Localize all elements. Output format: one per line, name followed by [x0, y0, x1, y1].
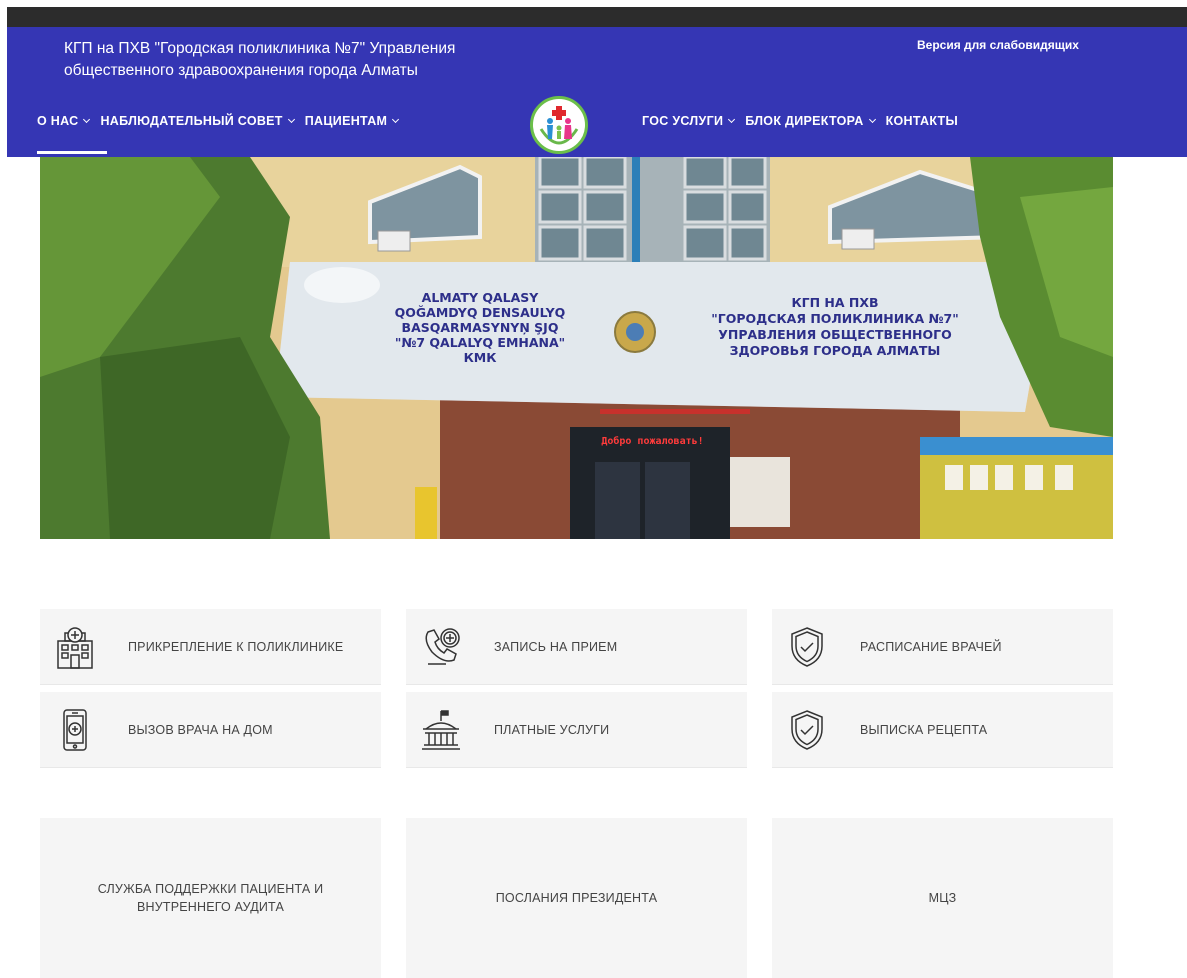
main-nav-right: ГОС УСЛУГИ БЛОК ДИРЕКТОРА КОНТАКТЫ	[642, 114, 969, 128]
panel-mcz[interactable]: МЦЗ	[772, 818, 1113, 978]
service-label: ВЫЗОВ ВРАЧА НА ДОМ	[128, 722, 273, 737]
active-nav-indicator	[37, 151, 107, 154]
service-tile-paid-services[interactable]: ПЛАТНЫЕ УСЛУГИ	[406, 692, 747, 768]
nav-label: КОНТАКТЫ	[885, 114, 959, 128]
panel-patient-support[interactable]: СЛУЖБА ПОДДЕРЖКИ ПАЦИЕНТА И ВНУТРЕННЕГО …	[40, 818, 381, 978]
panel-label: МЦЗ	[928, 891, 957, 905]
led-welcome-display: Добро пожаловать!	[601, 436, 704, 447]
service-label: ВЫПИСКА РЕЦЕПТА	[860, 722, 988, 737]
chevron-down-icon	[728, 115, 736, 123]
service-tile-prescription[interactable]: ВЫПИСКА РЕЦЕПТА	[772, 692, 1113, 768]
nav-item-about[interactable]: О НАС	[37, 114, 91, 128]
nav-item-supervisory-board[interactable]: НАБЛЮДАТЕЛЬНЫЙ СОВЕТ	[100, 114, 295, 128]
panel-label: СЛУЖБА ПОДДЕРЖКИ ПАЦИЕНТА И ВНУТРЕННЕГО …	[97, 882, 324, 914]
building-columns-icon	[422, 709, 460, 750]
nav-item-director-block[interactable]: БЛОК ДИРЕКТОРА	[745, 114, 876, 128]
hospital-icon	[57, 626, 93, 669]
sign-line: "№7 QALALYQ EMHANA" КМК	[394, 335, 566, 365]
shield-check-icon	[791, 709, 823, 750]
service-label: РАСПИСАНИЕ ВРАЧЕЙ	[860, 639, 1002, 654]
chevron-down-icon	[392, 115, 400, 123]
shield-check-icon	[791, 626, 823, 667]
chevron-down-icon	[83, 115, 91, 123]
nav-label: О НАС	[37, 114, 79, 128]
sign-text-russian: КГП НА ПХВ "ГОРОДСКАЯ ПОЛИКЛИНИКА №7" УП…	[690, 295, 980, 359]
sign-line: BASQARMASYNYŅ ŞJQ	[401, 320, 559, 335]
nav-label: БЛОК ДИРЕКТОРА	[745, 114, 864, 128]
service-label: ЗАПИСЬ НА ПРИЕМ	[494, 639, 618, 654]
nav-label: ГОС УСЛУГИ	[642, 114, 724, 128]
service-tile-home-visit[interactable]: ВЫЗОВ ВРАЧА НА ДОМ	[40, 692, 381, 768]
logo-emblem-icon	[535, 101, 583, 149]
sign-text-kazakh: ALMATY QALASY QOĞAMDYQ DENSAULYQ BASQARM…	[385, 290, 575, 365]
chevron-down-icon	[287, 115, 295, 123]
site-header: КГП на ПХВ "Городская поликлиника №7" Уп…	[7, 27, 1187, 157]
service-label: ПЛАТНЫЕ УСЛУГИ	[494, 722, 610, 737]
accessibility-version-link[interactable]: Версия для слабовидящих	[917, 38, 1079, 52]
nav-item-gov-services[interactable]: ГОС УСЛУГИ	[642, 114, 736, 128]
mobile-plus-icon	[63, 708, 87, 751]
sign-line: QOĞAMDYQ DENSAULYQ	[394, 305, 566, 320]
sign-line: "ГОРОДСКАЯ ПОЛИКЛИНИКА №7"	[711, 311, 959, 326]
chevron-down-icon	[868, 115, 876, 123]
sign-line: ALMATY QALASY	[421, 290, 539, 305]
sign-line: УПРАВЛЕНИЯ ОБЩЕСТВЕННОГО	[718, 327, 952, 342]
main-nav-left: О НАС НАБЛЮДАТЕЛЬНЫЙ СОВЕТ ПАЦИЕНТАМ	[37, 114, 409, 128]
service-tile-doctor-schedule[interactable]: РАСПИСАНИЕ ВРАЧЕЙ	[772, 609, 1113, 685]
browser-top-strip	[7, 7, 1187, 27]
organization-name: КГП на ПХВ "Городская поликлиника №7" Уп…	[64, 40, 456, 79]
nav-item-patients[interactable]: ПАЦИЕНТАМ	[304, 114, 400, 128]
sign-line: КГП НА ПХВ	[791, 295, 879, 310]
nav-label: ПАЦИЕНТАМ	[304, 114, 388, 128]
panel-president-messages[interactable]: ПОСЛАНИЯ ПРЕЗИДЕНТА	[406, 818, 747, 978]
phone-plus-icon	[425, 627, 460, 665]
service-label: ПРИКРЕПЛЕНИЕ К ПОЛИКЛИНИКЕ	[128, 639, 344, 654]
nav-item-contacts[interactable]: КОНТАКТЫ	[886, 114, 958, 128]
service-tile-appointment[interactable]: ЗАПИСЬ НА ПРИЕМ	[406, 609, 747, 685]
service-tile-attachment[interactable]: ПРИКРЕПЛЕНИЕ К ПОЛИКЛИНИКЕ	[40, 609, 381, 685]
hero-photo: ALMATY QALASY QOĞAMDYQ DENSAULYQ BASQARM…	[40, 157, 1113, 539]
panel-label: ПОСЛАНИЯ ПРЕЗИДЕНТА	[495, 891, 658, 905]
sign-line: ЗДОРОВЬЯ ГОРОДА АЛМАТЫ	[729, 343, 941, 358]
nav-label: НАБЛЮДАТЕЛЬНЫЙ СОВЕТ	[100, 114, 283, 128]
clinic-logo[interactable]	[530, 96, 588, 154]
